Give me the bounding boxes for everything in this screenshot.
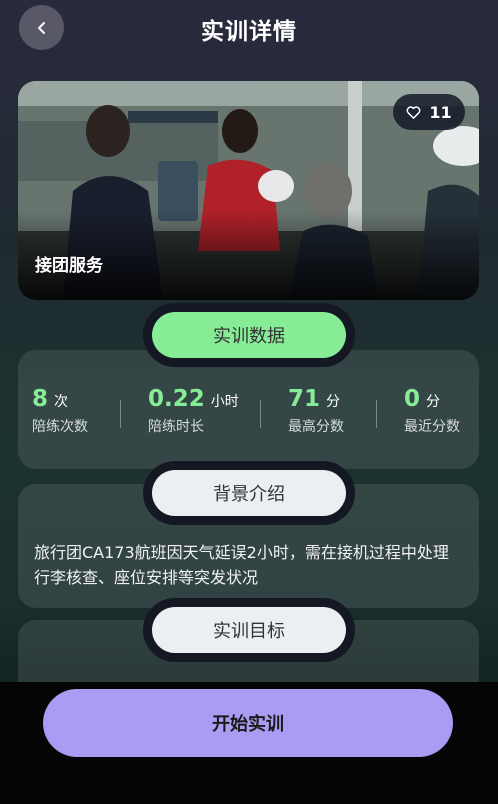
goal-header: 实训目标 — [143, 598, 355, 662]
background-header: 背景介绍 — [143, 461, 355, 525]
stat-unit: 小时 — [210, 394, 239, 410]
training-stats: 8次 陪练次数 0.22 小时 陪练时长 71 分 最高分数 0分 最近分数 — [32, 386, 472, 446]
scenario-title: 接团服务 — [35, 256, 103, 276]
like-button[interactable]: 11 — [393, 94, 465, 130]
stat-label: 陪练时长 — [148, 419, 204, 435]
stat-practice-duration: 0.22 小时 陪练时长 — [148, 386, 239, 436]
header: 实训详情 — [0, 0, 498, 60]
background-text: 旅行团CA173航班因天气延误2小时，需在接机过程中处理行李核查、座位安排等突发… — [34, 543, 449, 587]
stat-value: 8 — [32, 386, 49, 412]
stat-value: 0 — [404, 386, 421, 412]
divider — [260, 400, 261, 428]
stat-practice-count: 8次 陪练次数 — [32, 386, 88, 436]
stat-unit: 次 — [54, 394, 69, 410]
stat-value: 71 — [288, 386, 321, 412]
stat-highest-score: 71 分 最高分数 — [288, 386, 344, 436]
stat-latest-score: 0分 最近分数 — [404, 386, 460, 436]
training-data-title: 实训数据 — [152, 312, 346, 358]
goal-title: 实训目标 — [152, 607, 346, 653]
stat-unit: 分 — [326, 394, 341, 410]
divider — [376, 400, 377, 428]
training-data-header: 实训数据 — [143, 303, 355, 367]
training-data-card: 8次 陪练次数 0.22 小时 陪练时长 71 分 最高分数 0分 最近分数 — [18, 350, 479, 469]
stat-label: 最近分数 — [404, 419, 460, 435]
start-training-button[interactable]: 开始实训 — [43, 689, 453, 757]
scenario-cover-image: 接团服务 11 — [18, 81, 479, 300]
stat-value: 0.22 — [148, 386, 205, 412]
heart-outline-icon — [406, 105, 421, 119]
stat-label: 陪练次数 — [32, 419, 88, 435]
stat-label: 最高分数 — [288, 419, 344, 435]
divider — [120, 400, 121, 428]
stat-unit: 分 — [426, 394, 441, 410]
page-title: 实训详情 — [201, 19, 297, 45]
like-count: 11 — [429, 102, 452, 122]
background-title: 背景介绍 — [152, 470, 346, 516]
